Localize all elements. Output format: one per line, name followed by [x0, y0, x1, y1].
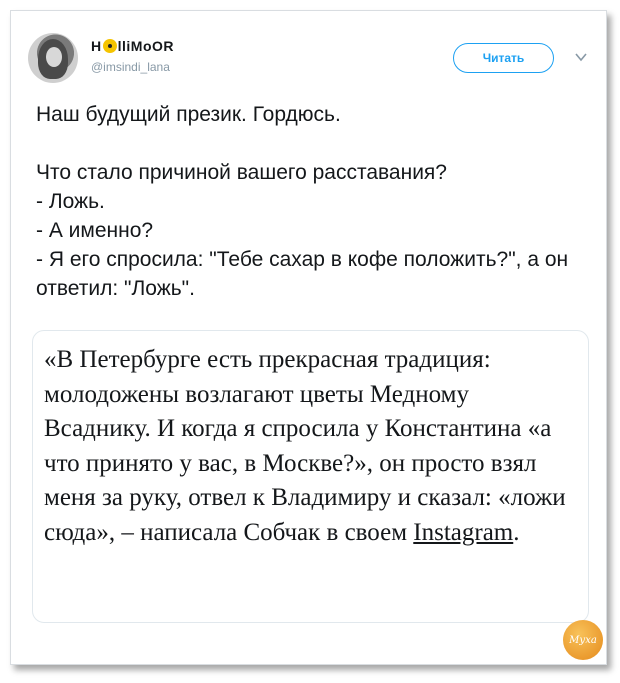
follow-button[interactable]: Читать: [453, 43, 554, 73]
avatar[interactable]: [28, 33, 78, 83]
author-name[interactable]: H lliMoOR: [91, 38, 174, 54]
quote-end: .: [513, 518, 520, 546]
quote-text: «В Петербурге есть прекрасная традиция: …: [44, 343, 574, 550]
chevron-down-icon[interactable]: [574, 50, 590, 66]
quote-body: «В Петербурге есть прекрасная традиция: …: [44, 346, 566, 546]
avatar-face: [46, 47, 62, 67]
watermark-logo: Муха: [563, 620, 603, 660]
tweet-text: Наш будущий презик. Гордюсь. Что стало п…: [36, 103, 569, 300]
watermark-text: Муха: [569, 634, 597, 646]
author-name-prefix: H: [91, 38, 102, 54]
radiation-icon: [102, 39, 117, 53]
author-name-suffix: lliMoOR: [117, 38, 175, 54]
author-handle[interactable]: @imsindi_lana: [91, 60, 170, 74]
instagram-link[interactable]: Instagram: [413, 519, 513, 546]
